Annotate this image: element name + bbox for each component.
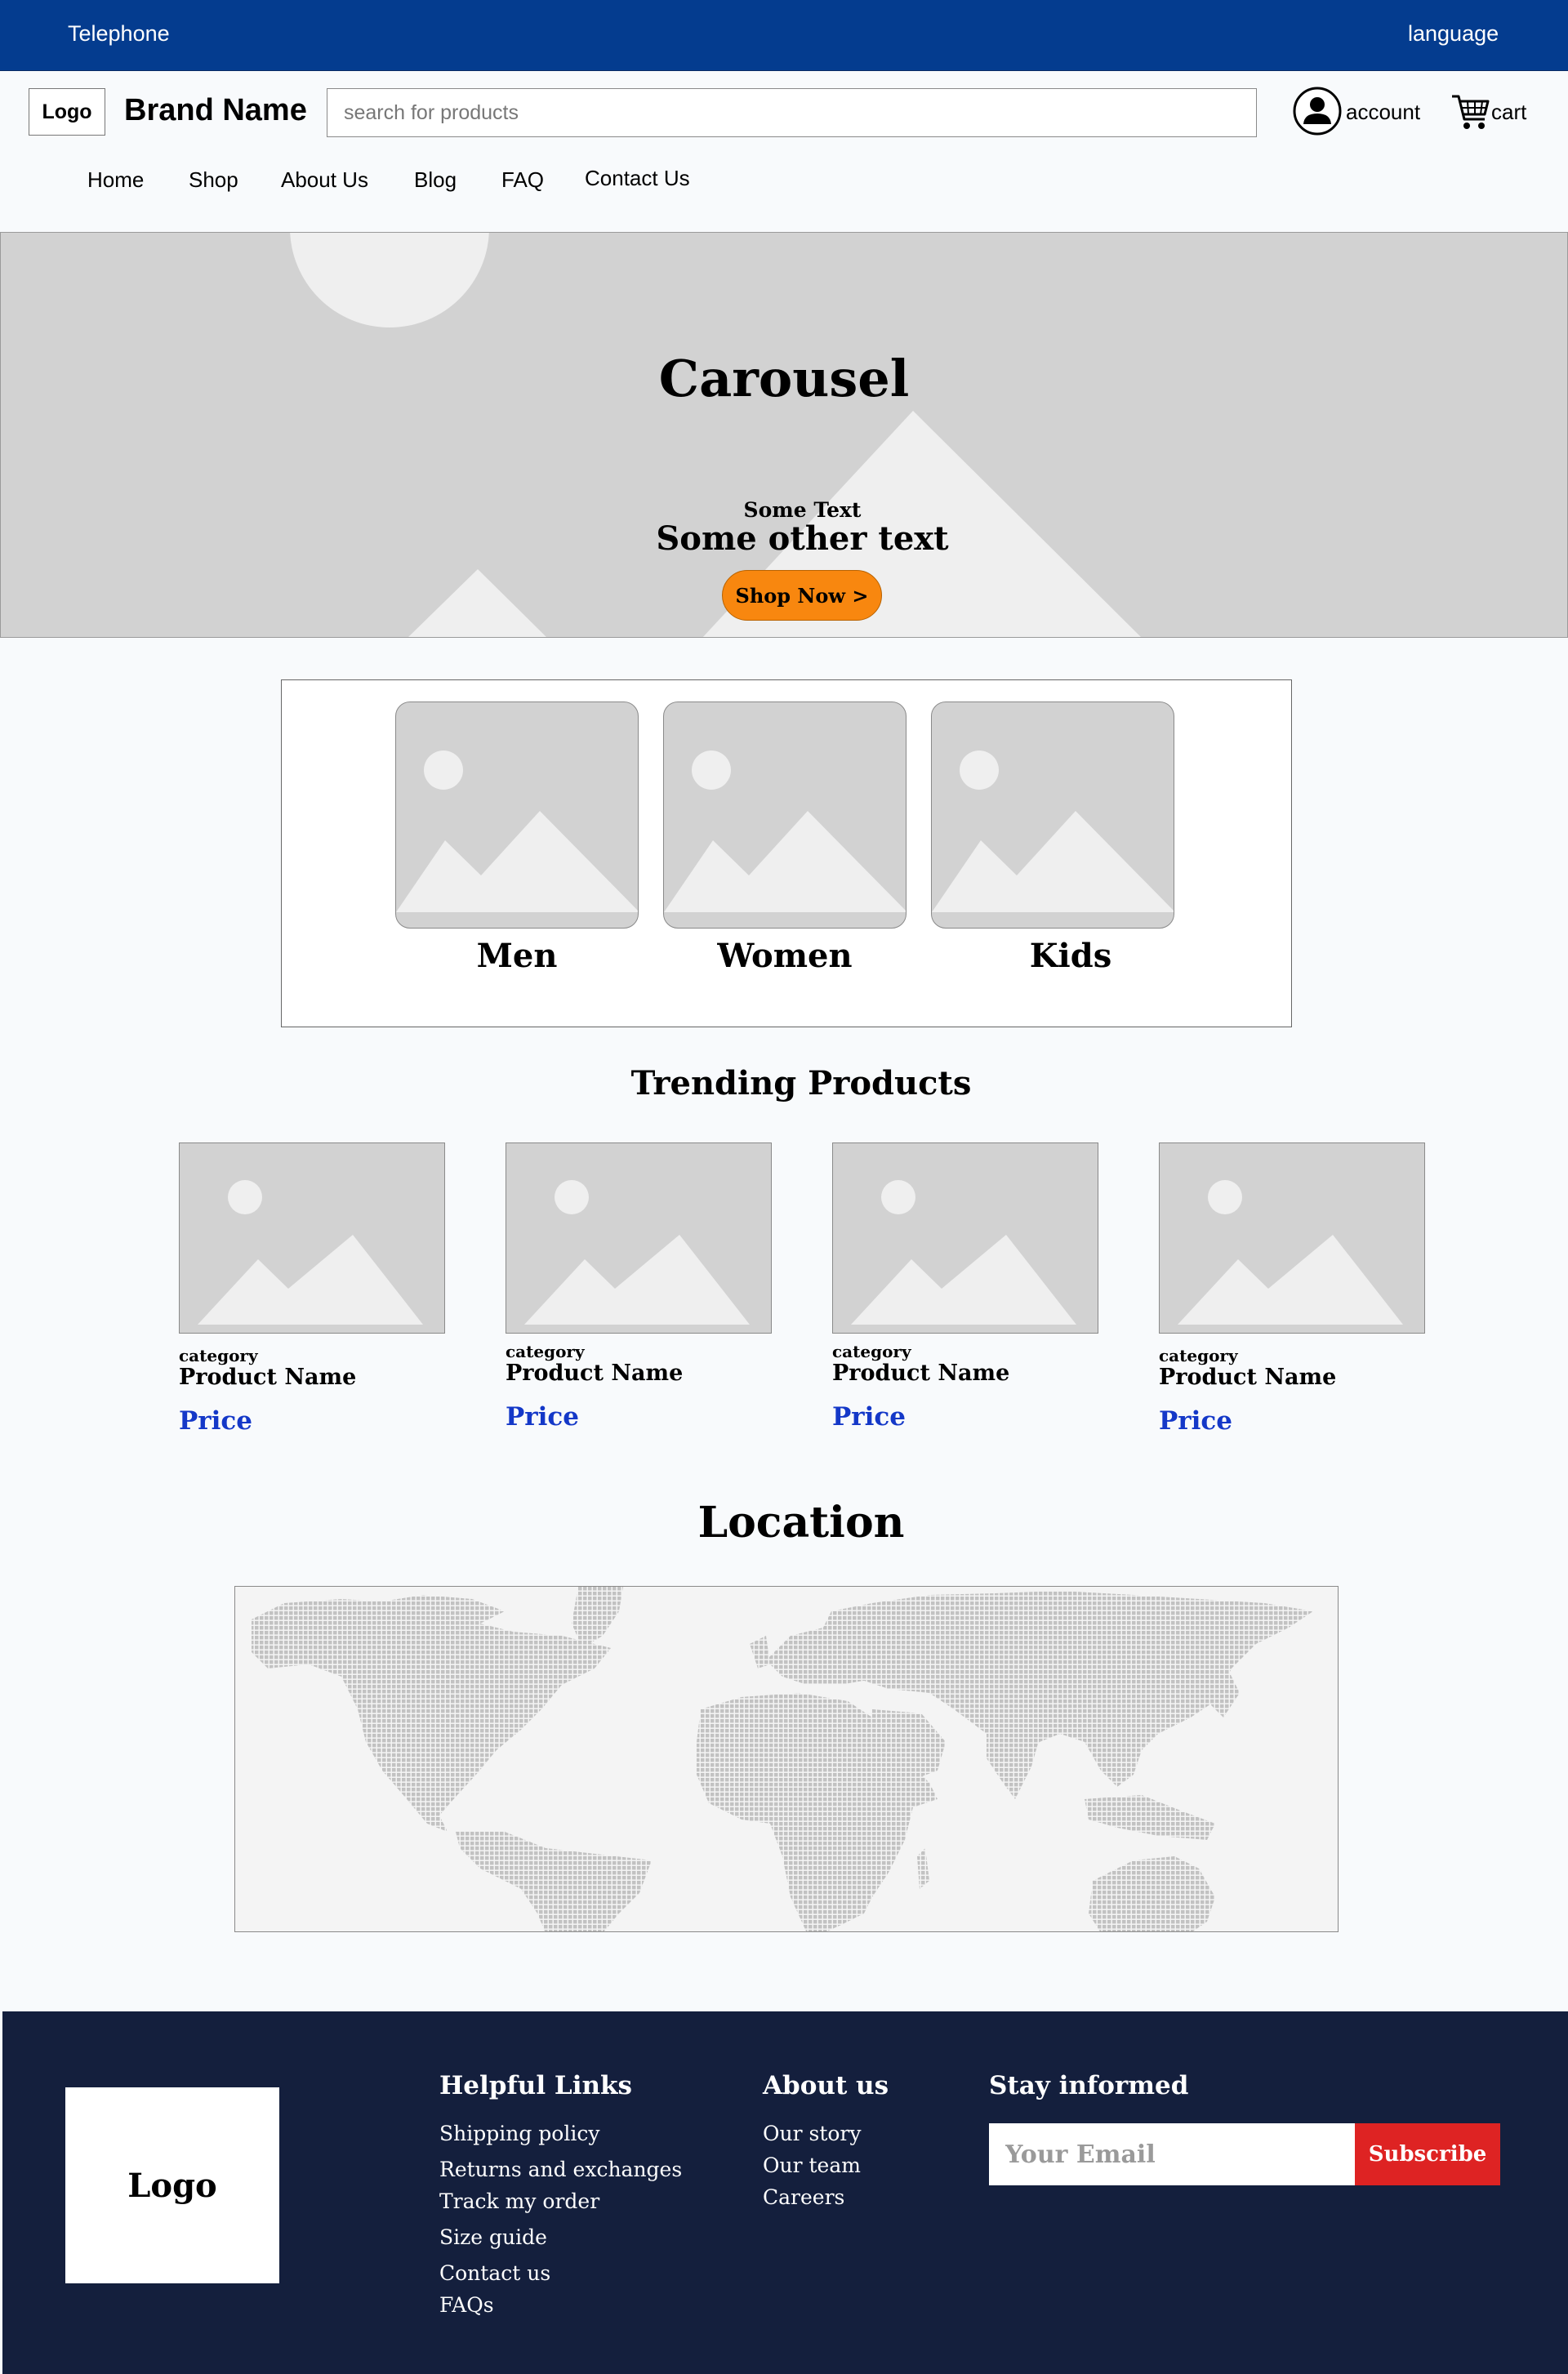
newsletter-heading: Stay informed [989,2071,1189,2100]
category-label-men[interactable]: Men [395,937,639,975]
product-image[interactable] [179,1142,445,1334]
footer-link-shipping[interactable]: Shipping policy [439,2122,599,2145]
world-map-image [252,1587,1313,1931]
shop-now-button[interactable]: Shop Now > [722,570,882,621]
nav-home[interactable]: Home [87,167,144,193]
image-placeholder-icon [524,1180,750,1325]
footer-link-faqs[interactable]: FAQs [439,2293,494,2317]
search-input[interactable] [327,88,1257,137]
product-price: Price [832,1402,906,1432]
trending-title: Trending Products [630,1064,972,1102]
carousel-subtitle: Some Text [743,498,862,522]
product-category: category [179,1346,258,1365]
product-name[interactable]: Product Name [506,1361,683,1386]
product-name[interactable]: Product Name [179,1365,356,1390]
location-title: Location [697,1498,905,1548]
about-us-heading: About us [763,2071,889,2100]
product-category: category [832,1342,911,1361]
nav-contact-us[interactable]: Contact Us [585,166,690,191]
product-image[interactable] [832,1142,1098,1334]
brand-name[interactable]: Brand Name [124,93,307,128]
email-field[interactable] [989,2123,1355,2185]
carousel-title: Carousel [658,349,910,408]
language-selector[interactable]: language [1408,21,1499,47]
category-card-women[interactable] [663,702,906,929]
category-label-kids[interactable]: Kids [949,937,1192,975]
footer-link-careers[interactable]: Careers [763,2185,844,2209]
cart-link[interactable]: cart [1491,100,1526,125]
subscribe-button[interactable]: Subscribe [1355,2123,1500,2185]
footer-link-contact[interactable]: Contact us [439,2261,550,2285]
helpful-links-heading: Helpful Links [439,2071,632,2100]
header-logo[interactable]: Logo [29,88,105,136]
nav-blog[interactable]: Blog [414,167,457,193]
image-placeholder-icon [396,751,638,912]
top-bar: Telephone language [0,0,1568,71]
footer-logo[interactable]: Logo [65,2087,279,2283]
footer-link-size-guide[interactable]: Size guide [439,2225,547,2249]
image-placeholder-icon [198,1180,423,1325]
product-image[interactable] [1159,1142,1425,1334]
telephone-link[interactable]: Telephone [68,21,170,47]
product-name[interactable]: Product Name [832,1361,1009,1386]
user-circle-icon[interactable] [1293,87,1342,136]
product-category: category [506,1342,585,1361]
carousel-headline: Some other text [656,519,949,558]
product-name[interactable]: Product Name [1159,1365,1336,1390]
footer-link-our-story[interactable]: Our story [763,2122,862,2145]
account-link[interactable]: account [1346,100,1420,125]
product-image[interactable] [506,1142,772,1334]
product-price: Price [506,1402,580,1432]
product-price: Price [179,1406,253,1436]
category-label-women[interactable]: Women [663,937,906,975]
image-placeholder-icon [1178,1180,1403,1325]
product-category: category [1159,1346,1238,1365]
image-placeholder-icon [851,1180,1076,1325]
product-price: Price [1159,1406,1233,1436]
footer-link-track-order[interactable]: Track my order [439,2189,599,2213]
shopping-cart-icon[interactable] [1450,91,1491,132]
footer-link-our-team[interactable]: Our team [763,2154,861,2177]
image-placeholder-icon [932,751,1174,912]
footer-link-returns[interactable]: Returns and exchanges [439,2158,682,2181]
world-map[interactable] [234,1586,1339,1932]
nav-about-us[interactable]: About Us [281,167,368,193]
category-card-kids[interactable] [931,702,1174,929]
image-placeholder-icon [664,751,906,912]
nav-faq[interactable]: FAQ [501,167,544,193]
nav-shop[interactable]: Shop [189,167,238,193]
category-card-men[interactable] [395,702,639,929]
